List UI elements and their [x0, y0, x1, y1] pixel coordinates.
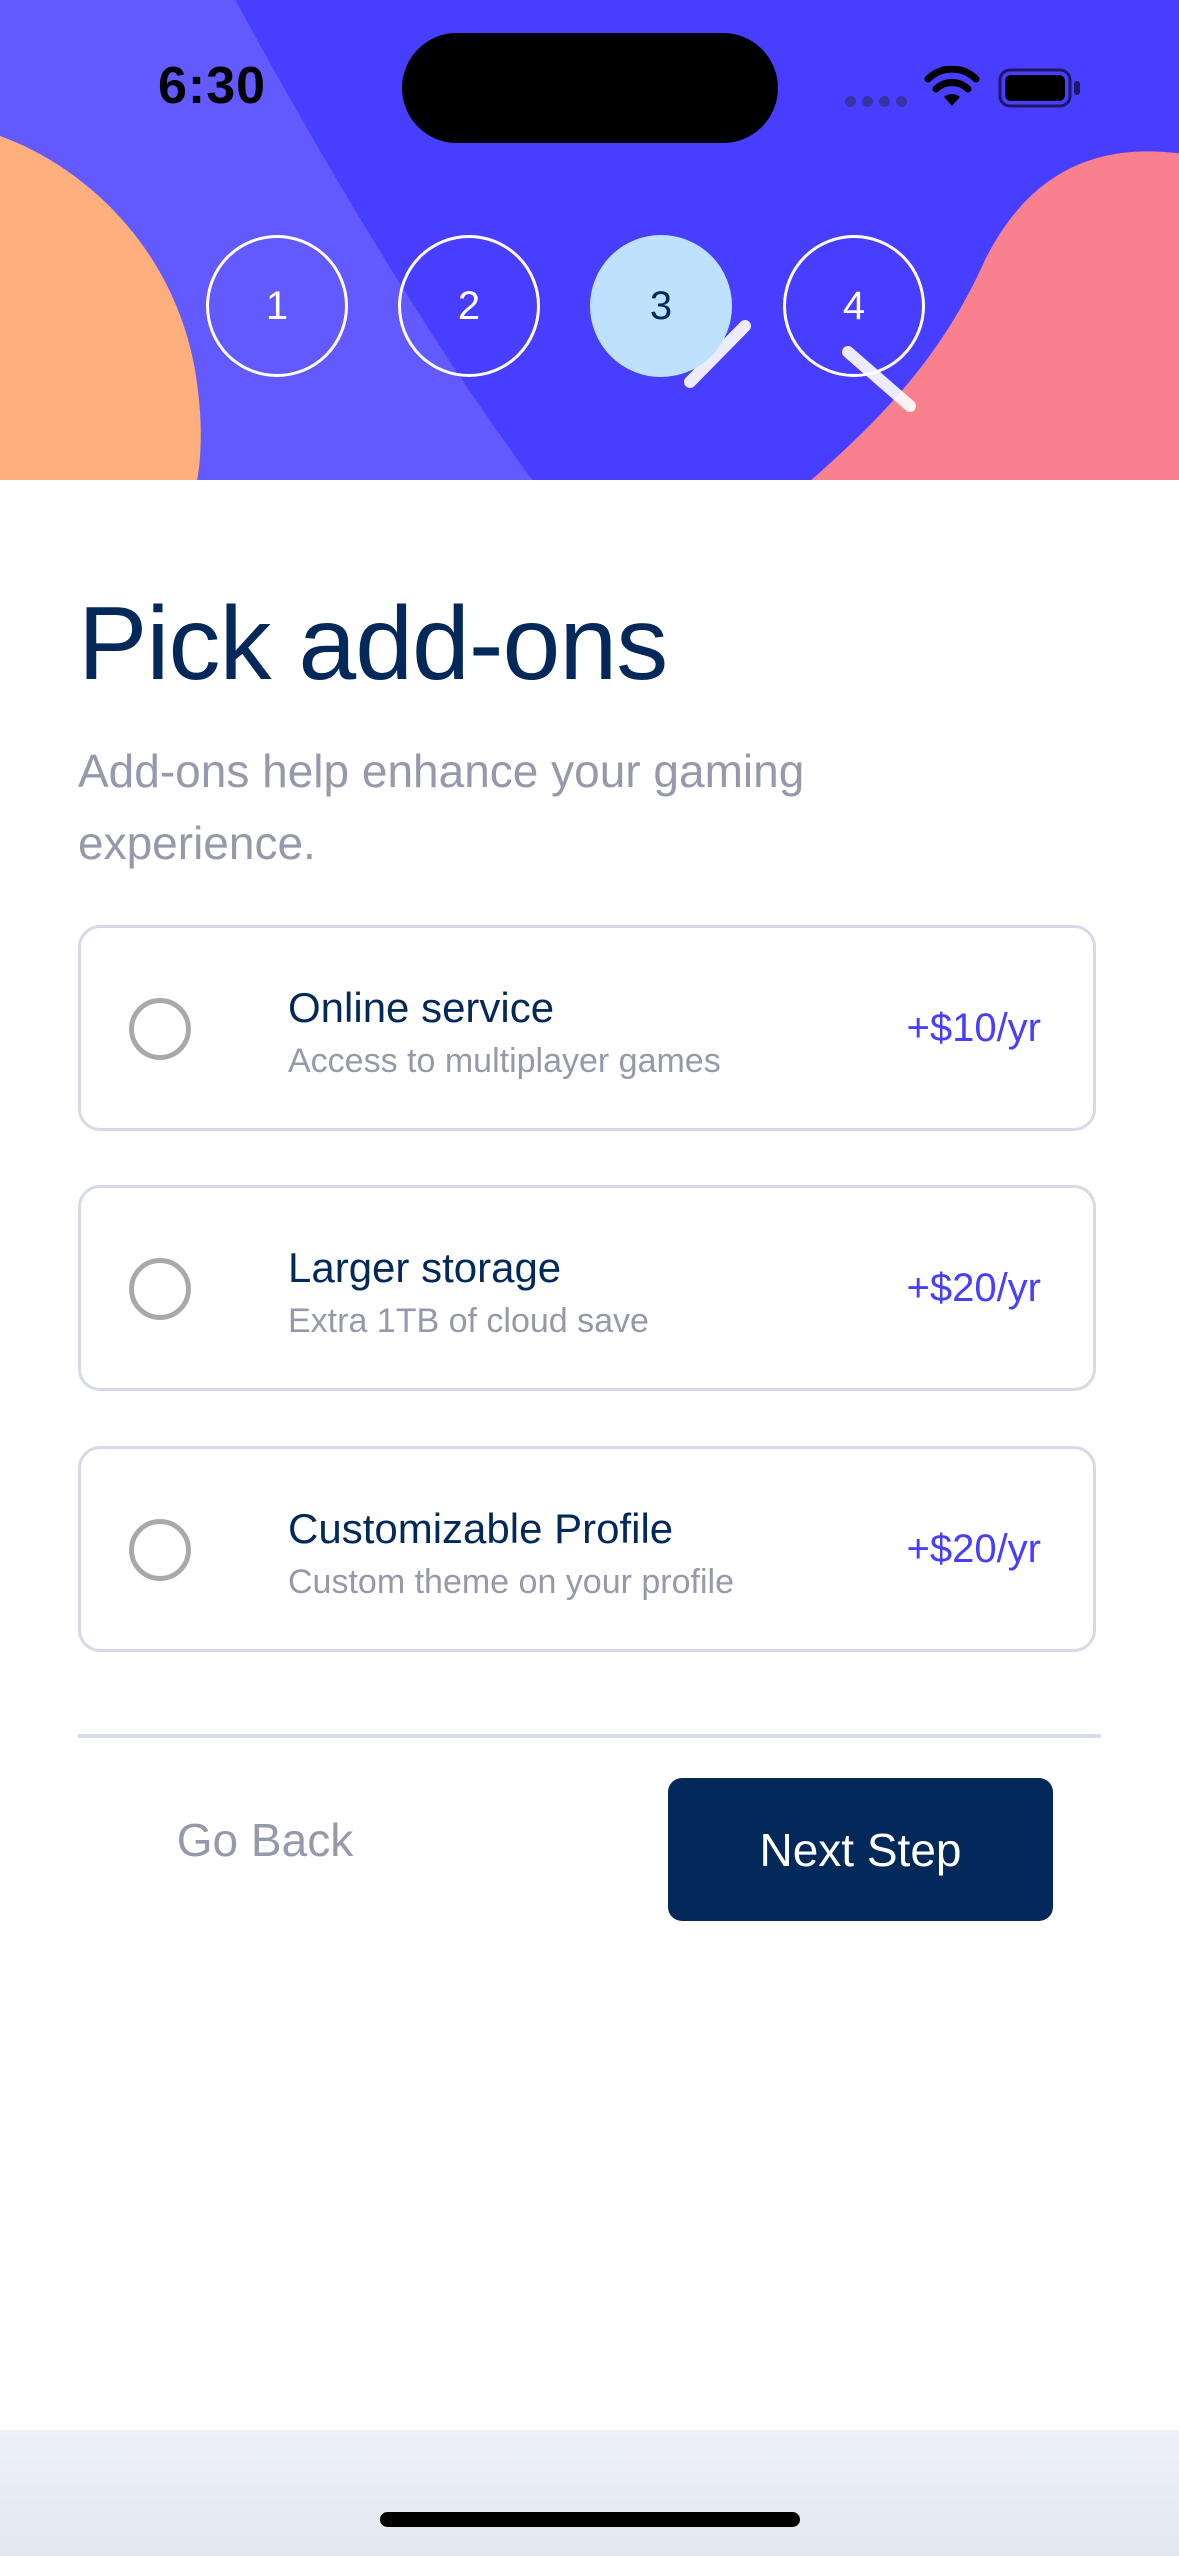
addon-card-customizable-profile[interactable]: Customizable Profile Custom theme on you…	[78, 1446, 1096, 1652]
addon-name: Customizable Profile	[288, 1505, 674, 1552]
home-indicator[interactable]	[380, 2512, 800, 2527]
battery-icon	[998, 68, 1080, 108]
page-subtitle: Add-ons help enhance your gaming experie…	[78, 745, 805, 869]
step-4-label: 4	[842, 283, 866, 328]
addon-card-online-service[interactable]: Online service Access to multiplayer gam…	[78, 925, 1096, 1131]
addon-description: Custom theme on your profile	[288, 1563, 734, 1601]
cellular-signal-icon	[845, 96, 907, 108]
page-title: Pick add-ons	[78, 586, 668, 702]
step-3-active: 3	[590, 235, 732, 377]
step-1: 1	[206, 235, 348, 377]
addon-name: Larger storage	[288, 1244, 562, 1291]
status-time: 6:30	[158, 57, 267, 115]
step-2: 2	[398, 235, 540, 377]
go-back-button[interactable]: Go Back	[150, 1805, 380, 1875]
addon-price: +$20/yr	[906, 1266, 1041, 1310]
step-indicator: 1 2 3 4	[0, 235, 1179, 377]
addon-price: +$10/yr	[906, 1006, 1041, 1050]
step-4: 4	[783, 235, 925, 377]
step-2-label: 2	[457, 283, 481, 328]
addon-name: Online service	[288, 984, 555, 1031]
step-3-label: 3	[649, 283, 673, 328]
footer-divider	[78, 1734, 1101, 1738]
bottom-safe-area	[0, 2430, 1179, 2556]
addon-checkbox-customizable-profile[interactable]	[129, 1519, 191, 1581]
next-step-button[interactable]: Next Step	[668, 1778, 1053, 1921]
status-bar: 6:30	[0, 0, 1179, 160]
wifi-icon	[924, 66, 980, 106]
addon-checkbox-larger-storage[interactable]	[129, 1258, 191, 1320]
step-1-label: 1	[265, 283, 289, 328]
addon-checkbox-online-service[interactable]	[129, 998, 191, 1060]
addon-card-larger-storage[interactable]: Larger storage Extra 1TB of cloud save +…	[78, 1185, 1096, 1391]
addon-price: +$20/yr	[906, 1527, 1041, 1571]
dynamic-island	[402, 33, 778, 143]
addon-description: Extra 1TB of cloud save	[288, 1302, 649, 1340]
addon-description: Access to multiplayer games	[288, 1042, 721, 1080]
